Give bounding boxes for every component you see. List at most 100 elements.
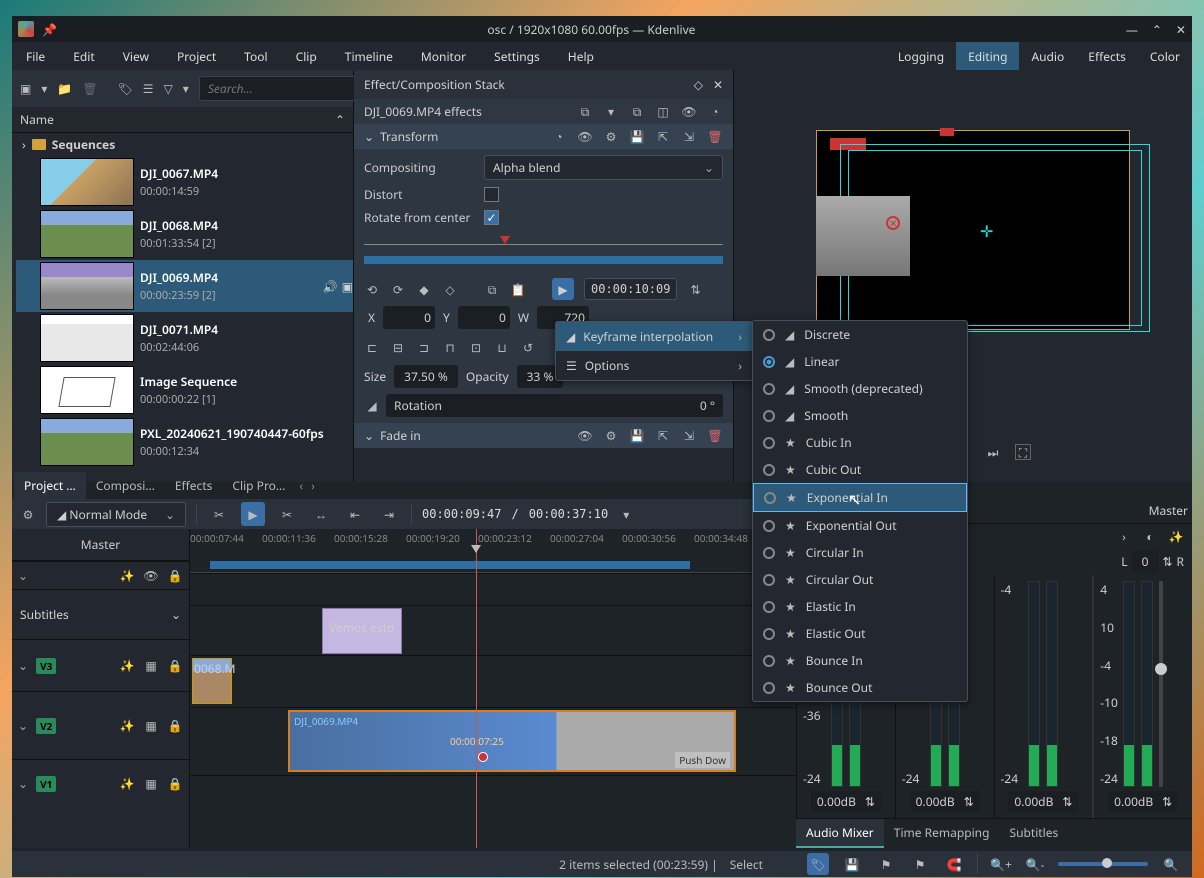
magnet-icon[interactable]: 🧲 (943, 853, 965, 875)
tab-audio-mixer[interactable]: Audio Mixer (796, 819, 884, 848)
menu-keyframe-interp[interactable]: ◢ Keyframe interpolation › (556, 322, 752, 351)
fx-icon[interactable]: ✨ (119, 568, 135, 584)
trash-icon[interactable]: 🗑 (707, 129, 723, 145)
prev-kf-icon[interactable]: ⟲ (364, 281, 380, 297)
interp-option-linear[interactable]: ◢ Linear (753, 348, 967, 375)
clip-row[interactable]: DJI_0068.MP4 00:01:33:54 [2] (16, 208, 353, 260)
chevron-down-icon[interactable]: ▾ (41, 81, 47, 97)
clip-v2[interactable]: DJI_0069.MP4 00:00:07:25 Push Dow (288, 710, 736, 772)
track-header-subtitles[interactable]: Subtitles ⌄ (12, 589, 189, 639)
clip-row[interactable]: DJI_0071.MP4 00:02:44:06 (16, 312, 353, 364)
interp-option-discrete[interactable]: ◢ Discrete (753, 321, 967, 348)
x-input[interactable] (383, 306, 435, 329)
timer-icon[interactable]: ◔ (707, 104, 723, 120)
play-kf-button[interactable]: ▶ (552, 278, 574, 300)
layout-effects[interactable]: Effects (1076, 42, 1138, 70)
menu-file[interactable]: File (12, 42, 59, 70)
clip-row[interactable]: DJI_0067.MP4 00:00:14:59 (16, 156, 353, 208)
pan-value[interactable]: 0 (1132, 550, 1159, 573)
interp-option-bounce-out[interactable]: ★ Bounce Out (753, 674, 967, 701)
menu-timeline[interactable]: Timeline (331, 42, 407, 70)
compositing-dropdown[interactable]: Alpha blend ⌄ (484, 155, 723, 180)
reset-icon[interactable]: ↺ (520, 339, 536, 355)
zoom-slider[interactable] (1058, 862, 1148, 866)
rotation-value[interactable]: 0 ° (700, 397, 715, 414)
interp-option-circular-out[interactable]: ★ Circular Out (753, 566, 967, 593)
align-vcenter-icon[interactable]: ⊡ (468, 339, 484, 355)
menu-view[interactable]: View (109, 42, 163, 70)
chevron-down-icon[interactable]: ▾ (618, 506, 634, 522)
zoom-fit-icon[interactable]: 🔍 (1160, 853, 1182, 875)
visibility-icon[interactable]: 👁 (577, 428, 593, 444)
y-input[interactable] (458, 306, 510, 329)
fx-icon[interactable]: ✨ (1168, 528, 1184, 544)
close-icon[interactable]: ✕ (1176, 21, 1186, 38)
center-crosshair[interactable]: ✛ (980, 220, 993, 242)
interp-option-exponential-out[interactable]: ★ Exponential Out (753, 512, 967, 539)
track-header-v1[interactable]: ⌄ V1 ✨ ▦ 🔒 (12, 759, 189, 807)
kf-interp-icon[interactable]: ◢ (364, 398, 380, 414)
settings-icon[interactable]: ⚙ (603, 428, 619, 444)
interp-option-exponential-in[interactable]: ★ Exponential In (753, 483, 967, 512)
fx-icon[interactable]: ✨ (119, 718, 135, 734)
kf-timecode[interactable]: 00:00:10:09 (584, 278, 677, 300)
minimize-icon[interactable]: — (1126, 21, 1138, 38)
save-icon[interactable]: 💾 (841, 853, 863, 875)
interp-option-cubic-in[interactable]: ★ Cubic In (753, 429, 967, 456)
sort-icon[interactable]: ⌃ (335, 111, 345, 128)
thumbnail-icon[interactable]: ▦ (143, 776, 159, 792)
spinner-icon[interactable]: ⇅ (1162, 793, 1172, 810)
edit-mode-select[interactable]: ◢ Normal Mode ⌄ (46, 502, 186, 527)
tab-subtitles[interactable]: Subtitles (999, 819, 1068, 848)
expand-icon[interactable]: › (1116, 528, 1132, 544)
interp-option-bounce-in[interactable]: ★ Bounce In (753, 647, 967, 674)
split-icon[interactable]: ◫ (655, 104, 671, 120)
spinner-icon[interactable]: ⇅ (687, 281, 703, 297)
copy-icon[interactable]: ⧉ (629, 104, 645, 120)
mute-icon[interactable]: ◐ (1142, 528, 1158, 544)
skip-fwd-icon[interactable]: ⏭ (985, 444, 1001, 460)
remove-kf-icon[interactable]: ◇ (442, 281, 458, 297)
move-up-icon[interactable]: ⇱ (655, 129, 671, 145)
chevron-down-icon[interactable]: ⌄ (171, 606, 181, 623)
save-icon[interactable]: 💾 (629, 428, 645, 444)
sequences-folder[interactable]: › Sequences (16, 133, 353, 156)
menu-edit[interactable]: Edit (59, 42, 108, 70)
fadein-section[interactable]: ⌄Fade in 👁 ⚙ 💾 ⇱ ⇲ 🗑 (354, 423, 733, 448)
keyframe-handle[interactable] (478, 752, 488, 762)
track-header-v2[interactable]: ⌄ V2 ✨ ▦ 🔒 (12, 691, 189, 759)
layout-audio[interactable]: Audio (1019, 42, 1076, 70)
track-header-v3[interactable]: ⌄ V3 ✨ ▦ 🔒 (12, 639, 189, 691)
volume-fader[interactable] (1155, 663, 1167, 675)
collapse-icon[interactable]: ⌄ (18, 717, 28, 734)
tag-icon[interactable]: 🏷 (118, 81, 133, 97)
filter-icon[interactable]: ▽ (164, 81, 173, 97)
db-value[interactable]: 0.00dB (1014, 793, 1053, 810)
zoom-in-icon[interactable]: 🔍+ (990, 853, 1012, 875)
menu-monitor[interactable]: Monitor (407, 42, 480, 70)
menu-project[interactable]: Project (163, 42, 230, 70)
thumbnail-icon[interactable]: ▦ (143, 658, 159, 674)
timeline-position[interactable]: 00:00:09:47 (422, 507, 501, 521)
move-down-icon[interactable]: ⇲ (681, 129, 697, 145)
collapse-icon[interactable]: ⌄ (18, 775, 28, 792)
timeline-ruler[interactable]: 00:00:07:4400:00:11:3600:00:15:2800:00:1… (190, 529, 800, 573)
timeline-playhead[interactable] (476, 529, 477, 848)
cut-icon[interactable]: ✂ (275, 502, 299, 526)
track-header-top[interactable]: ⌄ ✨ 👁 🔒 (12, 561, 189, 589)
tab-scroll-left[interactable]: ‹ (295, 472, 307, 501)
thumbnail-icon[interactable]: ▦ (143, 718, 159, 734)
lock-icon[interactable]: 🔒 (167, 568, 183, 584)
collapse-icon[interactable]: ⌄ (18, 657, 28, 674)
menu-tool[interactable]: Tool (230, 42, 281, 70)
list-icon[interactable]: ☰ (143, 81, 154, 97)
visibility-icon[interactable]: 👁 (577, 129, 593, 145)
snap-in-icon[interactable]: ⇤ (343, 502, 367, 526)
tab-project-bin[interactable]: Project … (14, 472, 86, 501)
spacer-icon[interactable]: ↔ (309, 502, 333, 526)
interp-option-elastic-in[interactable]: ★ Elastic In (753, 593, 967, 620)
interp-option-cubic-out[interactable]: ★ Cubic Out (753, 456, 967, 483)
align-top-icon[interactable]: ⊓ (442, 339, 458, 355)
clip-row[interactable]: Image Sequence 00:00:00:22 [1] (16, 364, 353, 416)
folder-icon[interactable]: 📁 (57, 81, 72, 97)
